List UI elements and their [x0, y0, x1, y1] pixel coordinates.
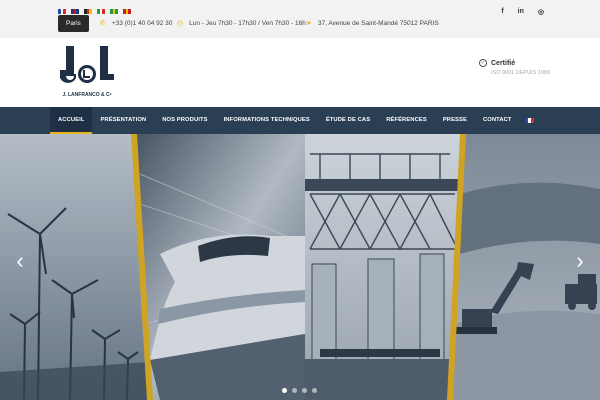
location-icon: ➤	[306, 20, 312, 27]
instagram-icon[interactable]: ◎	[538, 8, 544, 16]
slider-dot[interactable]	[282, 388, 287, 393]
facebook-icon[interactable]: f	[501, 8, 503, 16]
address-text: 37, Avenue de Saint-Mandé 75012 PARIS	[317, 19, 439, 27]
slider-pagination	[282, 388, 317, 393]
nav-item-6[interactable]: RÉFÉRENCES	[378, 107, 435, 134]
clock-icon: ◷	[177, 20, 184, 27]
main-navigation: ACCUEIL PRÉSENTATION NOS PRODUITS INFORMATI…	[0, 107, 600, 134]
flag-fr-icon[interactable]	[58, 9, 67, 14]
nav-item-3[interactable]: NOS PRODUITS	[154, 107, 215, 134]
hero-image-collage	[0, 134, 600, 400]
nav-item-7[interactable]: PRESSE	[435, 107, 475, 134]
opening-hours: ◷ Lun - Jeu 7h30 - 17h30 / Ven 7h30 - 16…	[177, 19, 306, 28]
nav-item-1[interactable]: ACCUEIL	[50, 107, 93, 134]
city-selector[interactable]: Paris	[58, 15, 89, 32]
nav-item-8[interactable]: CONTACT	[475, 107, 520, 134]
language-flags	[58, 9, 132, 14]
company-logo[interactable]: J. LANFRANCO & Cᵉ	[58, 44, 116, 102]
flag-de-icon[interactable]	[84, 9, 93, 14]
slider-prev-arrow[interactable]: ‹	[12, 246, 28, 276]
site-header: J. LANFRANCO & Cᵉ ✓ Certifié ISO 9001 DE…	[0, 38, 600, 107]
language-switcher-flag-icon[interactable]	[525, 118, 534, 123]
slider-next-arrow[interactable]: ›	[572, 246, 588, 276]
nav-item-4[interactable]: INFORMATIONS TECHNIQUES	[216, 107, 318, 134]
flag-es-icon[interactable]	[123, 9, 132, 14]
check-circle-icon: ✓	[479, 59, 487, 67]
slider-dot[interactable]	[292, 388, 297, 393]
flag-br-icon[interactable]	[110, 9, 119, 14]
slider-dot[interactable]	[302, 388, 307, 393]
phone-contact[interactable]: ✆ +33 (0)1 40 04 92 30	[100, 19, 173, 28]
slider-dot[interactable]	[312, 388, 317, 393]
top-bar: Paris ✆ +33 (0)1 40 04 92 30 ◷ Lun - Jeu…	[0, 0, 600, 38]
nav-item-5[interactable]: ÉTUDE DE CAS	[318, 107, 378, 134]
certification-badge: ✓ Certifié ISO 9001 DEPUIS 1988	[479, 59, 551, 76]
certified-title: Certifié	[491, 60, 516, 67]
social-links: f in ◎	[501, 8, 544, 16]
address: ➤ 37, Avenue de Saint-Mandé 75012 PARIS	[306, 19, 439, 28]
nav-item-2[interactable]: PRÉSENTATION	[92, 107, 154, 134]
logo-text: J. LANFRANCO & Cᵉ	[62, 92, 111, 98]
certified-subtitle: ISO 9001 DEPUIS 1988	[491, 70, 551, 76]
phone-number[interactable]: +33 (0)1 40 04 92 30	[112, 20, 173, 27]
linkedin-icon[interactable]: in	[518, 8, 524, 16]
flag-it-icon[interactable]	[97, 9, 106, 14]
nav-items: ACCUEIL PRÉSENTATION NOS PRODUITS INFORMATI…	[50, 107, 534, 134]
hours-text: Lun - Jeu 7h30 - 17h30 / Ven 7h30 - 16h	[189, 19, 306, 27]
flag-en-icon[interactable]	[71, 9, 80, 14]
hero-slider: ‹ ›	[0, 134, 600, 400]
phone-icon: ✆	[100, 20, 106, 27]
